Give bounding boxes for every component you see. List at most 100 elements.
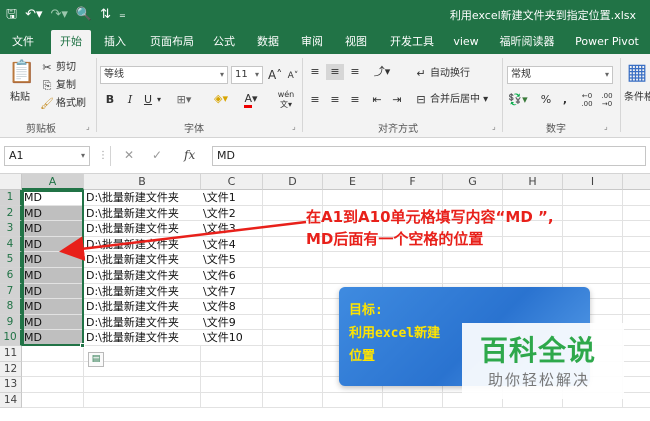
- cell-a2[interactable]: MD: [22, 205, 84, 222]
- customize-qat-icon[interactable]: ₌: [119, 5, 126, 25]
- fill-handle[interactable]: [80, 343, 85, 348]
- cell-a8[interactable]: MD: [22, 299, 84, 315]
- align-bottom-icon[interactable]: ≡: [348, 64, 362, 80]
- column-header-e[interactable]: E: [323, 174, 383, 190]
- row-header-9[interactable]: 9: [0, 314, 22, 331]
- tab-data[interactable]: 数据: [250, 30, 286, 54]
- cell-a3[interactable]: MD: [22, 221, 84, 237]
- cell-c5[interactable]: \文件5: [201, 252, 263, 268]
- alignment-launcher-icon[interactable]: ⌟: [492, 122, 496, 131]
- cell-j14[interactable]: [623, 393, 650, 409]
- cell-a11[interactable]: [22, 346, 84, 362]
- formula-input[interactable]: MD: [212, 146, 646, 166]
- number-format-combo[interactable]: 常规 ▾: [507, 66, 613, 84]
- cut-icon[interactable]: ✂: [40, 60, 54, 76]
- cell-b6[interactable]: D:\批量新建文件夹: [84, 268, 201, 284]
- redo-icon[interactable]: ↷▾: [51, 5, 68, 25]
- cell-j13[interactable]: [623, 377, 650, 393]
- paste-button[interactable]: 粘贴: [10, 90, 30, 106]
- clipboard-launcher-icon[interactable]: ⌟: [86, 122, 90, 131]
- cell-j6[interactable]: [623, 268, 650, 284]
- insert-function-icon[interactable]: fx: [184, 148, 195, 162]
- cell-c8[interactable]: \文件8: [201, 299, 263, 315]
- cell-g1[interactable]: [443, 190, 503, 206]
- chevron-down-icon[interactable]: ▾: [155, 92, 163, 108]
- cell-c13[interactable]: [201, 377, 263, 393]
- cell-h4[interactable]: [503, 236, 563, 253]
- column-header-i[interactable]: I: [563, 174, 623, 190]
- cell-f1[interactable]: [383, 190, 443, 206]
- row-header-2[interactable]: 2: [0, 205, 22, 222]
- cell-c4[interactable]: \文件4: [201, 236, 263, 253]
- cell-j3[interactable]: [623, 221, 650, 237]
- cell-d5[interactable]: [263, 252, 323, 268]
- cell-d14[interactable]: [263, 392, 323, 409]
- format-painter-icon[interactable]: 🖌: [40, 96, 54, 112]
- cell-a1[interactable]: MD: [22, 190, 84, 206]
- cell-a6[interactable]: MD: [22, 268, 84, 284]
- row-header-4[interactable]: 4: [0, 236, 22, 253]
- cell-i5[interactable]: [563, 252, 623, 268]
- align-center-icon[interactable]: ≡: [328, 92, 342, 108]
- borders-icon[interactable]: ⊞▾: [176, 92, 192, 108]
- paste-icon[interactable]: 📋: [8, 60, 35, 86]
- row-header-8[interactable]: 8: [0, 299, 22, 315]
- cell-c11[interactable]: [201, 346, 263, 362]
- row-header-6[interactable]: 6: [0, 268, 22, 284]
- cell-e5[interactable]: [323, 252, 383, 268]
- cell-a13[interactable]: [22, 377, 84, 393]
- cell-j1[interactable]: [623, 190, 650, 206]
- cell-c3[interactable]: \文件3: [201, 221, 263, 237]
- cell-j5[interactable]: [623, 252, 650, 268]
- cell-b8[interactable]: D:\批量新建文件夹: [84, 299, 201, 315]
- comma-button[interactable]: ,: [560, 92, 570, 108]
- tab-power-pivot[interactable]: Power Pivot: [570, 30, 644, 54]
- cell-d11[interactable]: [263, 346, 323, 362]
- print-preview-icon[interactable]: 🔍: [76, 5, 92, 25]
- cell-b3[interactable]: D:\批量新建文件夹: [84, 221, 201, 237]
- phonetic-guide-icon[interactable]: wén 文▾: [274, 90, 298, 110]
- shrink-font-icon[interactable]: A˅: [286, 68, 300, 84]
- italic-button[interactable]: I: [124, 92, 136, 108]
- format-painter-button[interactable]: 格式刷: [56, 96, 86, 112]
- cell-d13[interactable]: [263, 377, 323, 393]
- cell-f6[interactable]: [383, 268, 443, 284]
- wrap-text-icon[interactable]: ↵: [414, 66, 428, 82]
- cell-c2[interactable]: \文件2: [201, 205, 263, 222]
- cell-d1[interactable]: [263, 190, 323, 206]
- cut-button[interactable]: 剪切: [56, 60, 76, 76]
- copy-button[interactable]: 复制: [56, 78, 76, 94]
- cell-a7[interactable]: MD: [22, 283, 84, 300]
- cell-b5[interactable]: D:\批量新建文件夹: [84, 252, 201, 268]
- conditional-format-icon[interactable]: ▦: [626, 60, 648, 86]
- row-header-14[interactable]: 14: [0, 392, 22, 409]
- currency-icon[interactable]: 💱▾: [508, 92, 528, 108]
- cell-a12[interactable]: [22, 361, 84, 378]
- cell-h6[interactable]: [503, 268, 563, 284]
- row-header-10[interactable]: 10: [0, 330, 22, 346]
- cell-b4[interactable]: D:\批量新建文件夹: [84, 237, 201, 253]
- cell-b9[interactable]: D:\批量新建文件夹: [84, 315, 201, 331]
- cell-e14[interactable]: [323, 392, 383, 409]
- cell-f5[interactable]: [383, 252, 443, 268]
- save-icon[interactable]: 🖫: [6, 5, 17, 25]
- conditional-format-button[interactable]: 条件格: [624, 90, 650, 106]
- align-right-icon[interactable]: ≡: [348, 92, 362, 108]
- font-name-combo[interactable]: 等线 ▾: [100, 66, 228, 84]
- column-header-h[interactable]: H: [503, 174, 563, 190]
- sort-icon[interactable]: ⇅: [100, 5, 111, 25]
- cell-a5[interactable]: MD: [22, 252, 84, 268]
- tab-foxit[interactable]: 福昕阅读器: [492, 30, 562, 54]
- cell-j10[interactable]: [623, 330, 650, 346]
- row-header-13[interactable]: 13: [0, 377, 22, 393]
- column-header-c[interactable]: C: [201, 174, 263, 190]
- cell-c14[interactable]: [201, 392, 263, 409]
- merge-center-button[interactable]: 合并后居中 ▾: [430, 92, 488, 108]
- decrease-decimal-button[interactable]: .00 →0: [598, 92, 616, 108]
- cell-c6[interactable]: \文件6: [201, 268, 263, 284]
- grow-font-icon[interactable]: A˄: [268, 67, 282, 83]
- column-header-g[interactable]: G: [443, 174, 503, 190]
- percent-button[interactable]: %: [540, 92, 552, 108]
- wrap-text-button[interactable]: 自动换行: [430, 66, 470, 82]
- tab-home[interactable]: 开始: [51, 30, 91, 54]
